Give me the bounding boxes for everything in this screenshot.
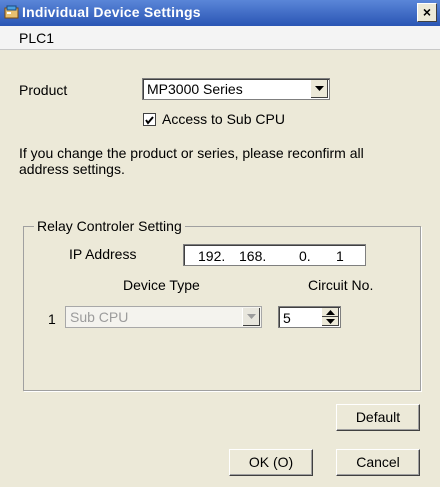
ip-octet-3: 0. [299, 248, 311, 264]
window-title: Individual Device Settings [22, 4, 201, 20]
checkmark-icon [145, 116, 154, 125]
ip-address-field[interactable]: 192. 168. 0. 1 [183, 244, 366, 266]
ip-address-label: IP Address [69, 246, 137, 262]
spin-down-button[interactable] [321, 317, 339, 326]
product-select[interactable]: MP3000 Series [142, 78, 330, 100]
arrow-up-icon [326, 310, 335, 315]
product-select-value: MP3000 Series [147, 81, 243, 97]
ok-button-label: OK (O) [248, 454, 294, 470]
arrow-down-icon [326, 319, 335, 324]
plc-name: PLC1 [19, 30, 55, 46]
cancel-button[interactable]: Cancel [336, 449, 420, 476]
cancel-button-label: Cancel [356, 454, 400, 470]
device-type-dropdown-button [242, 308, 260, 326]
notice-line-2: address settings. [19, 161, 125, 177]
chevron-down-icon [315, 86, 324, 91]
sub-cpu-checkbox[interactable] [143, 113, 156, 126]
chevron-down-icon [247, 314, 256, 319]
app-icon [4, 5, 20, 20]
plc-header: PLC1 [0, 26, 440, 50]
circuit-number-spinner[interactable]: 5 [278, 306, 341, 328]
ip-octet-1: 192. [198, 248, 226, 264]
default-button-label: Default [355, 409, 401, 425]
ok-button[interactable]: OK (O) [229, 449, 313, 476]
device-type-value: Sub CPU [70, 309, 129, 325]
relay-group-title: Relay Controler Setting [34, 218, 185, 234]
close-button[interactable]: × [417, 3, 437, 22]
circuit-number-value: 5 [283, 310, 291, 326]
row-index: 1 [48, 311, 56, 327]
ip-octet-2: 168. [239, 248, 267, 264]
device-type-header: Device Type [123, 277, 200, 293]
notice-line-1: If you change the product or series, ple… [19, 145, 364, 161]
close-icon: × [422, 4, 432, 20]
ip-octet-4: 1 [336, 248, 344, 264]
product-dropdown-button[interactable] [310, 80, 328, 98]
product-label: Product [19, 82, 68, 98]
default-button[interactable]: Default [336, 404, 420, 431]
title-bar: Individual Device Settings × [0, 0, 440, 26]
device-type-select: Sub CPU [65, 306, 262, 328]
sub-cpu-checkbox-label: Access to Sub CPU [162, 111, 285, 127]
circuit-number-header: Circuit No. [308, 277, 374, 293]
spin-up-button[interactable] [321, 308, 339, 317]
